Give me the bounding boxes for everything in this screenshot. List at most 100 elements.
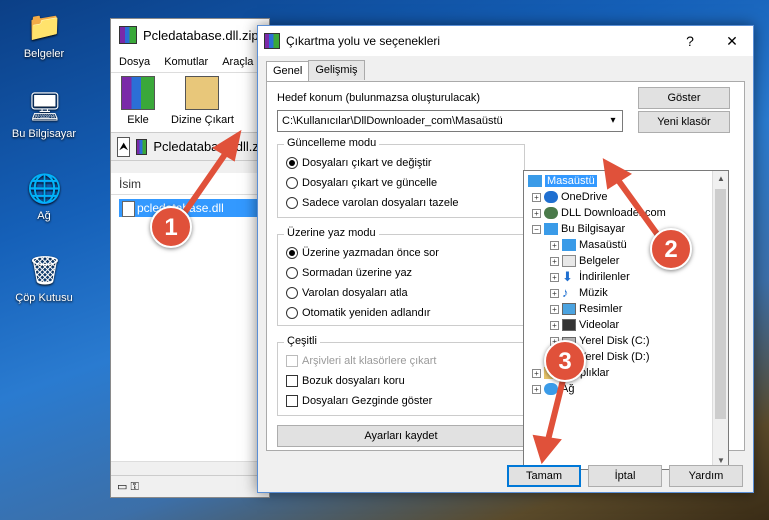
check-show-in-explorer[interactable]: Dosyaları Gezginde göster <box>286 395 432 407</box>
tree-node-pictures[interactable]: + Resimler <box>550 301 622 317</box>
radio-icon <box>286 267 298 279</box>
destination-path-combobox[interactable]: C:\Kullanıcılar\DllDownloader_com\Masaüs… <box>277 110 623 132</box>
tree-node-label: Videolar <box>579 319 620 331</box>
add-button[interactable]: Ekle <box>121 76 155 126</box>
extract-to-button-label: Dizine Çıkart <box>171 114 234 126</box>
tree-node-label: Masaüstü <box>545 175 597 187</box>
tree-node-label: Müzik <box>579 287 608 299</box>
expand-plus-icon[interactable]: + <box>550 240 559 250</box>
radio-extract-replace[interactable]: Dosyaları çıkart ve değiştir <box>286 157 432 169</box>
archive-icon <box>136 138 148 155</box>
radio-freshen-existing[interactable]: Sadece varolan dosyaları tazele <box>286 197 459 209</box>
checkbox-label: Dosyaları Gezginde göster <box>302 395 433 407</box>
expand-plus-icon[interactable]: + <box>532 208 541 218</box>
tree-node-label: Bu Bilgisayar <box>561 223 626 235</box>
radio-label: Sormadan üzerine yaz <box>302 267 413 279</box>
tree-node-pc-desktop[interactable]: + Masaüstü <box>550 237 627 253</box>
expand-plus-icon[interactable]: + <box>550 320 559 330</box>
dialog-titlebar[interactable]: Çıkartma yolu ve seçenekleri ? ✕ <box>258 26 753 56</box>
desktop-icon-label: Ağ <box>37 210 51 222</box>
tree-node-music[interactable]: + ♪ Müzik <box>550 285 608 301</box>
collapse-minus-icon[interactable]: − <box>532 224 541 234</box>
help-button[interactable]: Yardım <box>669 465 743 487</box>
video-film-icon <box>562 319 576 331</box>
radio-extract-update[interactable]: Dosyaları çıkart ve güncelle <box>286 177 437 189</box>
tree-node-onedrive[interactable]: + OneDrive <box>532 189 607 205</box>
checkbox-icon <box>286 375 298 387</box>
check-extract-to-subfolders: Arşivleri alt klasörlere çıkart <box>286 355 436 367</box>
menu-tools[interactable]: Araçla <box>222 56 253 68</box>
radio-icon <box>286 177 298 189</box>
new-folder-button[interactable]: Yeni klasör <box>638 111 730 133</box>
radio-rename-automatically[interactable]: Otomatik yeniden adlandır <box>286 307 430 319</box>
picture-icon <box>562 303 576 315</box>
expand-plus-icon[interactable]: + <box>550 272 559 282</box>
check-keep-broken-files[interactable]: Bozuk dosyaları koru <box>286 375 405 387</box>
expand-plus-icon[interactable]: + <box>550 288 559 298</box>
save-settings-button[interactable]: Ayarları kaydet <box>277 425 525 447</box>
radio-label: Varolan dosyaları atla <box>302 287 408 299</box>
overwrite-mode-group: Üzerine yaz modu Üzerine yazmadan önce s… <box>277 227 525 326</box>
desktop-icon-label: Belgeler <box>23 48 65 60</box>
annotation-badge-1: 1 <box>150 206 192 248</box>
network-globe-icon: 🌐 <box>27 173 62 204</box>
close-button[interactable]: ✕ <box>711 33 753 50</box>
checkbox-label: Arşivleri alt klasörlere çıkart <box>302 355 437 367</box>
extract-to-button[interactable]: Dizine Çıkart <box>171 76 234 126</box>
winrar-toolbar: Ekle Dizine Çıkart <box>111 73 269 133</box>
desktop-icon-label: Bu Bilgisayar <box>11 128 77 140</box>
up-folder-button[interactable]: ⮝ <box>117 136 131 157</box>
menu-file[interactable]: Dosya <box>119 56 150 68</box>
tree-node-desktop[interactable]: Masaüstü <box>528 173 597 189</box>
user-icon <box>544 207 558 219</box>
menu-commands[interactable]: Komutlar <box>164 56 208 68</box>
tree-node-this-pc[interactable]: − Bu Bilgisayar <box>532 221 625 237</box>
tree-node-videos[interactable]: + Videolar <box>550 317 619 333</box>
radio-overwrite-without-prompt[interactable]: Sormadan üzerine yaz <box>286 267 412 279</box>
destination-path-value: C:\Kullanıcılar\DllDownloader_com\Masaüs… <box>282 115 503 127</box>
cancel-button[interactable]: İptal <box>588 465 662 487</box>
desktop-icon-network[interactable]: 🌐 Ağ <box>4 172 84 222</box>
expand-plus-icon[interactable]: + <box>532 368 541 378</box>
computer-icon <box>544 223 558 235</box>
radio-label: Dosyaları çıkart ve güncelle <box>302 177 438 189</box>
show-button[interactable]: Göster <box>638 87 730 109</box>
desktop-icon-documents[interactable]: 📁 Belgeler <box>4 10 84 60</box>
scroll-up-arrow-icon[interactable]: ▲ <box>713 171 728 187</box>
tree-node-downloads[interactable]: + ⬇ İndirilenler <box>550 269 630 285</box>
tree-node-label: Resimler <box>579 303 623 315</box>
update-mode-group: Güncelleme modu Dosyaları çıkart ve deği… <box>277 137 525 218</box>
chevron-down-icon[interactable]: ▾ <box>604 111 622 131</box>
tab-advanced[interactable]: Gelişmiş <box>308 60 365 80</box>
file-row-selected[interactable]: pcledatabase.dll <box>119 199 265 217</box>
column-header-name[interactable]: İsim <box>111 173 269 195</box>
tree-node-documents[interactable]: + Belgeler <box>550 253 619 269</box>
radio-selected-icon <box>286 157 298 169</box>
expand-plus-icon[interactable]: + <box>532 384 541 394</box>
checkbox-icon <box>286 395 298 407</box>
radio-skip-existing[interactable]: Varolan dosyaları atla <box>286 287 408 299</box>
folder-user-icon: 📁 <box>27 11 62 42</box>
expand-plus-icon[interactable]: + <box>532 192 541 202</box>
computer-icon: 🖥 <box>27 91 63 122</box>
desktop-icon-recycle-bin[interactable]: 🗑 Çöp Kutusu <box>4 254 84 304</box>
tab-general[interactable]: Genel <box>266 61 310 81</box>
radio-ask-before-overwrite[interactable]: Üzerine yazmadan önce sor <box>286 247 439 259</box>
tree-node-network[interactable]: + Ağ <box>532 381 574 397</box>
radio-label: Üzerine yazmadan önce sor <box>302 247 439 259</box>
winrar-titlebar[interactable]: Pcledatabase.dll.zip <box>111 19 269 51</box>
expand-plus-icon[interactable]: + <box>550 304 559 314</box>
scrollbar-thumb[interactable] <box>715 189 726 419</box>
checkbox-label: Bozuk dosyaları koru <box>302 375 405 387</box>
horizontal-scrollbar[interactable] <box>111 461 269 475</box>
winrar-window: Pcledatabase.dll.zip Dosya Komutlar Araç… <box>110 18 270 498</box>
checkbox-icon <box>286 355 298 367</box>
desktop-icon-this-pc[interactable]: 🖥 Bu Bilgisayar <box>4 90 84 140</box>
archive-path[interactable]: Pcledatabase.dll.zip <box>153 139 269 154</box>
tree-node-dlldownloader[interactable]: + DLL Downloader.com <box>532 205 666 221</box>
tree-node-label: Yerel Disk (D:) <box>579 351 650 363</box>
help-question-button[interactable]: ? <box>669 33 711 49</box>
ok-button[interactable]: Tamam <box>507 465 581 487</box>
tree-vertical-scrollbar[interactable]: ▲ ▼ <box>712 171 728 469</box>
expand-plus-icon[interactable]: + <box>550 256 559 266</box>
